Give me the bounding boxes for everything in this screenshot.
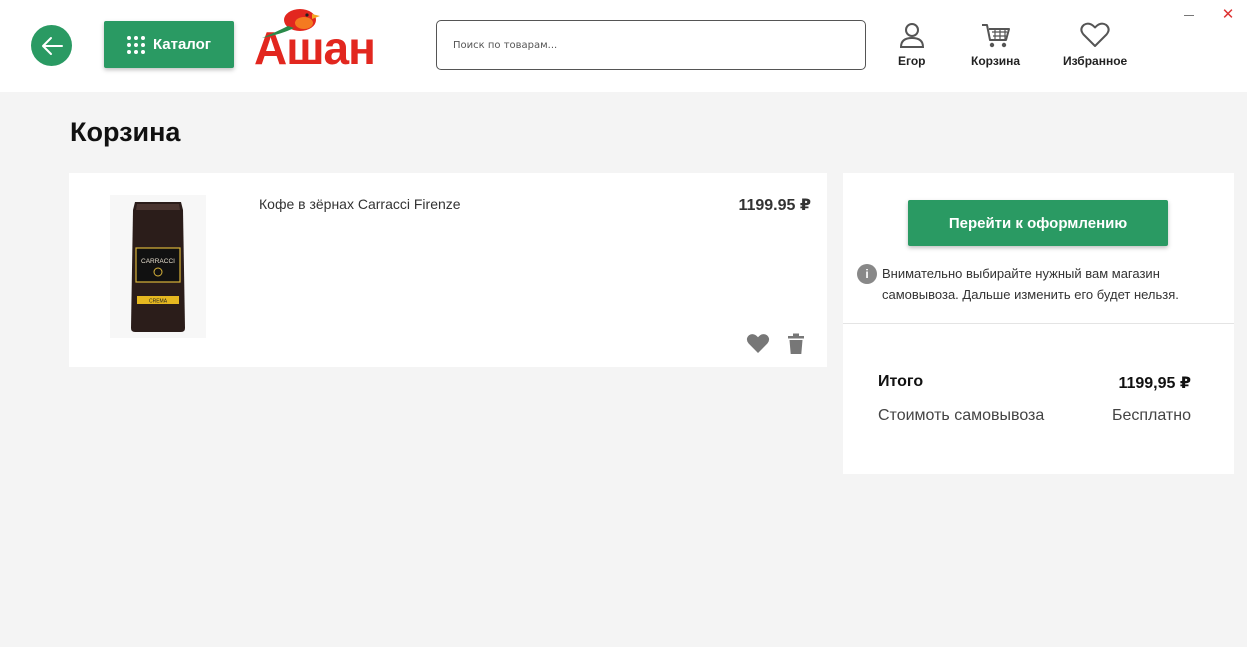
coffee-bag-image: CARRACCI CREMA bbox=[131, 201, 185, 332]
catalog-label: Каталог bbox=[152, 36, 212, 53]
info-icon: i bbox=[857, 264, 877, 284]
catalog-button[interactable]: Каталог bbox=[104, 21, 234, 68]
product-name[interactable]: Кофе в зёрнах Carracci Firenze bbox=[259, 196, 461, 212]
order-summary: Перейти к оформлению i Внимательно выбир… bbox=[843, 173, 1234, 474]
add-to-favorites-button[interactable] bbox=[746, 333, 770, 355]
back-button[interactable] bbox=[31, 25, 72, 66]
cart-button[interactable]: Корзина bbox=[971, 22, 1020, 68]
delete-item-button[interactable] bbox=[787, 333, 807, 355]
divider bbox=[843, 323, 1234, 324]
trash-icon bbox=[788, 333, 804, 354]
header: Каталог Ашан Егор Корзина Из bbox=[0, 0, 1247, 92]
pickup-notice-text: Внимательно выбирайте нужный вам магазин… bbox=[882, 266, 1179, 302]
logo-text: Ашан bbox=[254, 22, 375, 70]
heart-icon bbox=[746, 334, 770, 353]
total-row: Итого 1199,95 ₽ bbox=[878, 373, 1191, 393]
grid-dots-icon bbox=[126, 35, 145, 54]
cart-label: Корзина bbox=[971, 54, 1021, 68]
favorites-label: Избранное bbox=[1063, 54, 1128, 68]
product-price: 1199.95 ₽ bbox=[738, 197, 811, 214]
coffee-brand-text: CARRACCI bbox=[141, 258, 175, 265]
user-profile-button[interactable]: Егор bbox=[898, 22, 926, 68]
close-icon[interactable]: ✕ bbox=[1221, 7, 1235, 22]
auchan-logo[interactable]: Ашан bbox=[252, 4, 418, 70]
pickup-cost-row: Стоимоть самовывоза Бесплатно bbox=[878, 407, 1191, 425]
page-title: Корзина bbox=[70, 117, 181, 147]
pickup-notice: i Внимательно выбирайте нужный вам магаз… bbox=[857, 263, 1222, 305]
user-icon bbox=[899, 23, 924, 48]
total-label: Итого bbox=[878, 373, 924, 390]
pickup-cost-label: Стоимоть самовывоза bbox=[878, 407, 1045, 424]
arrow-left-icon bbox=[41, 36, 63, 55]
minimize-icon[interactable] bbox=[1183, 9, 1195, 21]
user-name-label: Егор bbox=[898, 54, 926, 68]
coffee-label-text: CREMA bbox=[149, 298, 168, 304]
total-value: 1199,95 ₽ bbox=[1118, 375, 1191, 392]
search-input[interactable] bbox=[436, 20, 866, 70]
checkout-button[interactable]: Перейти к оформлению bbox=[908, 200, 1168, 246]
favorites-button[interactable]: Избранное bbox=[1063, 22, 1127, 68]
heart-outline-icon bbox=[1080, 22, 1110, 47]
product-image[interactable]: CARRACCI CREMA bbox=[110, 195, 206, 338]
cart-icon bbox=[981, 24, 1010, 48]
cart-item: CARRACCI CREMA Кофе в зёрнах Carracci Fi… bbox=[69, 173, 827, 367]
pickup-cost-value: Бесплатно bbox=[1111, 407, 1191, 424]
